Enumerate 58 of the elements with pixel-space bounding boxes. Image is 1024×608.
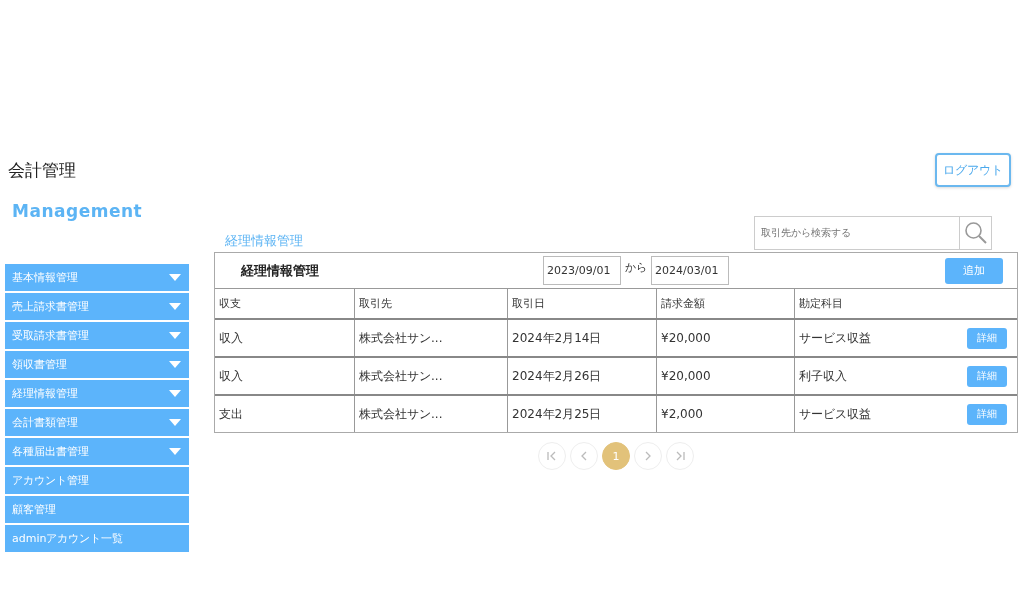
logout-button[interactable]: ログアウト bbox=[935, 153, 1011, 187]
table-cell: 株式会社サン... bbox=[359, 367, 443, 385]
column-header: 取引日 bbox=[507, 288, 657, 319]
sidebar-item[interactable]: 領収書管理 bbox=[5, 351, 189, 378]
date-field[interactable]: 2024/03/01 bbox=[651, 256, 729, 285]
caret-icon bbox=[169, 419, 181, 426]
page-button[interactable]: 1 bbox=[602, 442, 630, 470]
table-cell: サービス収益 bbox=[799, 405, 871, 423]
detail-button[interactable]: 詳細 bbox=[967, 365, 1007, 387]
first-page-icon bbox=[546, 450, 558, 462]
next-page-button[interactable] bbox=[634, 442, 662, 470]
sidebar-item[interactable]: 顧客管理 bbox=[5, 496, 189, 523]
sidebar-item[interactable]: adminアカウント一覧 bbox=[5, 525, 189, 552]
table-cell: 利子収入 bbox=[799, 367, 847, 385]
detail-button[interactable]: 詳細 bbox=[967, 327, 1007, 349]
last-page-button[interactable] bbox=[666, 442, 694, 470]
table-cell: 収入 bbox=[219, 329, 243, 347]
caret-icon bbox=[169, 361, 181, 368]
first-page-button[interactable] bbox=[538, 442, 566, 470]
sidebar-item[interactable]: 受取請求書管理 bbox=[5, 322, 189, 349]
table-cell: 支出 bbox=[219, 405, 243, 423]
panel-title: 経理情報管理 bbox=[239, 261, 320, 280]
search-button[interactable] bbox=[960, 215, 992, 250]
caret-icon bbox=[169, 332, 181, 339]
table-cell: ¥20,000 bbox=[661, 369, 711, 383]
table-cell: 株式会社サン... bbox=[359, 405, 443, 423]
table-cell: サービス収益 bbox=[799, 329, 871, 347]
caret-icon bbox=[169, 390, 181, 397]
range-separator: から bbox=[625, 260, 647, 275]
column-header: 収支 bbox=[215, 288, 355, 319]
table-cell: ¥20,000 bbox=[661, 331, 711, 345]
brand-title: Management bbox=[11, 201, 144, 223]
caret-icon bbox=[169, 274, 181, 281]
sidebar-item[interactable]: 基本情報管理 bbox=[5, 264, 189, 291]
sidebar-item[interactable]: 経理情報管理 bbox=[5, 380, 189, 407]
sidebar-item[interactable]: アカウント管理 bbox=[5, 467, 189, 494]
caret-icon bbox=[169, 448, 181, 455]
page-title: 経理情報管理 bbox=[224, 231, 303, 250]
table-cell: 収入 bbox=[219, 367, 243, 385]
table-cell: ¥2,000 bbox=[661, 407, 703, 421]
prev-page-button[interactable] bbox=[570, 442, 598, 470]
sidebar-item[interactable]: 会計書類管理 bbox=[5, 409, 189, 436]
last-page-icon bbox=[674, 450, 686, 462]
table-cell: 2024年2月14日 bbox=[512, 329, 602, 347]
date-field[interactable]: 2023/09/01 bbox=[543, 256, 621, 285]
column-header: 取引先 bbox=[354, 288, 508, 319]
column-header: 請求金額 bbox=[656, 288, 795, 319]
table-cell: 2024年2月25日 bbox=[512, 405, 602, 423]
search-field[interactable]: 取引先から検索する bbox=[754, 215, 960, 250]
search-icon bbox=[963, 220, 988, 245]
sidebar-item[interactable]: 各種届出書管理 bbox=[5, 438, 189, 465]
sidebar-item[interactable]: 売上請求書管理 bbox=[5, 293, 189, 320]
table-cell: 2024年2月26日 bbox=[512, 367, 602, 385]
app-title: 会計管理 bbox=[8, 158, 76, 182]
table-cell: 株式会社サン... bbox=[359, 329, 443, 347]
detail-button[interactable]: 詳細 bbox=[967, 403, 1007, 425]
caret-icon bbox=[169, 303, 181, 310]
add-button[interactable]: 追加 bbox=[945, 257, 1003, 284]
